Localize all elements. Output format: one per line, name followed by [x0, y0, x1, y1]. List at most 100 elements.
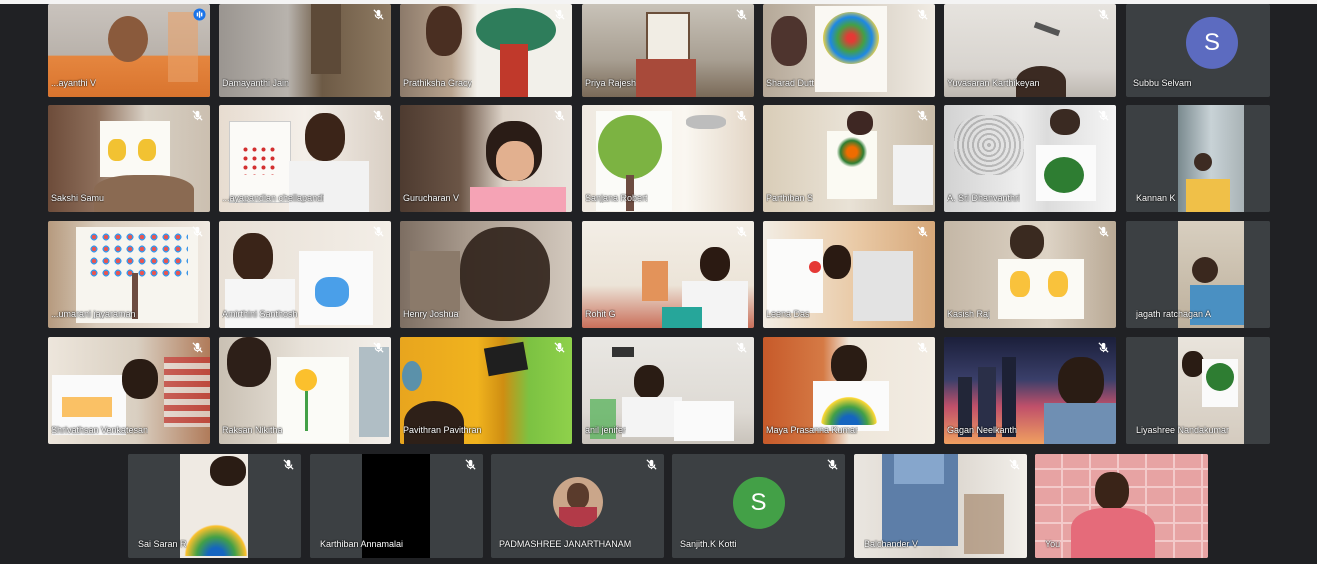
mic-off-icon	[1098, 110, 1109, 121]
participant-name: Kasish Raj	[947, 309, 991, 319]
participant-name: Balchander V	[864, 539, 919, 549]
mic-off-icon	[736, 342, 747, 353]
mic-off-icon	[827, 459, 838, 470]
participant-name: Henry Joshua	[403, 309, 459, 319]
participant-tile[interactable]: Yuvasaran Karthikeyan	[944, 4, 1116, 97]
participant-tile[interactable]: Shrivathsan Venkatesan	[48, 337, 210, 444]
mic-off-icon	[283, 459, 294, 470]
mic-off-icon	[373, 110, 384, 121]
mic-off-icon	[736, 110, 747, 121]
mic-off-icon	[1098, 9, 1109, 20]
participant-tile[interactable]: Sanjana Robert	[582, 105, 754, 212]
meeting-grid: ...ayanthi V Damayanthi Jain Prathiksha …	[0, 0, 1317, 564]
participant-name: Prathiksha Gracy	[403, 78, 473, 88]
participant-tile[interactable]: Parthiban S	[763, 105, 935, 212]
participant-tile[interactable]: Rohit G	[582, 221, 754, 328]
participant-tile[interactable]: Sakshi Samu	[48, 105, 210, 212]
mic-off-icon	[1098, 342, 1109, 353]
participant-tile[interactable]: A. Sri Dhanvanthri	[944, 105, 1116, 212]
participant-name: Maya Prasanna Kumar	[766, 425, 859, 435]
participant-tile[interactable]: S Subbu Selvam	[1126, 4, 1270, 97]
mic-off-icon	[917, 110, 928, 121]
participant-tile[interactable]: Sai Saran R	[128, 454, 301, 558]
participant-tile[interactable]: Kannan K	[1126, 105, 1270, 212]
participant-tile[interactable]: Gagan Neelkanth	[944, 337, 1116, 444]
participant-tile[interactable]: Liyashree Nandakumar	[1126, 337, 1270, 444]
participant-name: Pavithran Pavithran	[403, 425, 482, 435]
participant-name: anil jenifer	[585, 425, 627, 435]
mic-off-icon	[646, 459, 657, 470]
mic-off-icon	[736, 9, 747, 20]
participant-name: Sai Saran R	[138, 539, 187, 549]
participant-name: Parthiban S	[766, 193, 814, 203]
participant-name: ...ayanthi V	[51, 78, 97, 88]
mic-off-icon	[373, 9, 384, 20]
mic-off-icon	[917, 226, 928, 237]
participant-name: Karthiban Annamalai	[320, 539, 404, 549]
participant-name: Leena Das	[766, 309, 810, 319]
participant-tile[interactable]: Leena Das	[763, 221, 935, 328]
mic-off-icon	[192, 226, 203, 237]
participant-tile[interactable]: Karthiban Annamalai	[310, 454, 483, 558]
participant-name: PADMASHREE JANARTHANAM	[499, 539, 632, 549]
participant-name: jagath ratchagan A	[1136, 309, 1212, 319]
participant-tile[interactable]: ...umarani jayaraman	[48, 221, 210, 328]
participant-tile[interactable]: ...ayanthi V	[48, 4, 210, 97]
mic-off-icon	[1098, 226, 1109, 237]
mic-off-icon	[192, 110, 203, 121]
participant-name: Shrivathsan Venkatesan	[51, 425, 149, 435]
avatar	[552, 477, 603, 527]
participant-name: Sanjith.K Kotti	[680, 539, 737, 549]
mic-off-icon	[1009, 459, 1020, 470]
participant-tile[interactable]: Henry Joshua	[400, 221, 572, 328]
mic-off-icon	[917, 9, 928, 20]
participant-name: Kannan K	[1136, 193, 1176, 203]
mic-off-icon	[554, 110, 565, 121]
mic-off-icon	[554, 342, 565, 353]
participant-tile[interactable]: Pavithran Pavithran	[400, 337, 572, 444]
participant-video	[1035, 454, 1208, 558]
mic-off-icon	[736, 226, 747, 237]
participant-tile[interactable]: Prathiksha Gracy	[400, 4, 572, 97]
participant-name: Sanjana Robert	[585, 193, 648, 203]
participant-tile[interactable]: anil jenifer	[582, 337, 754, 444]
participant-tile[interactable]: Amirthini Santhosh	[219, 221, 391, 328]
participant-name: ...ayapandian chellapandi	[222, 193, 325, 203]
participant-name: Priya Rajesh	[585, 78, 637, 88]
participant-tile[interactable]: Maya Prasanna Kumar	[763, 337, 935, 444]
participant-name: Amirthini Santhosh	[222, 309, 298, 319]
participant-tile[interactable]: Raksan Nikitha	[219, 337, 391, 444]
avatar: S	[732, 476, 785, 529]
participant-name: A. Sri Dhanvanthri	[947, 193, 1021, 203]
participant-name: Raksan Nikitha	[222, 425, 283, 435]
participant-tile[interactable]: Kasish Raj	[944, 221, 1116, 328]
participant-tile[interactable]: You	[1035, 454, 1208, 558]
participant-tile[interactable]: jagath ratchagan A	[1126, 221, 1270, 328]
participant-tile[interactable]: Sharad Dutt	[763, 4, 935, 97]
participant-tile[interactable]: Damayanthi Jain	[219, 4, 391, 97]
mic-off-icon	[373, 342, 384, 353]
participant-name: Damayanthi Jain	[222, 78, 290, 88]
participant-tile[interactable]: Gurucharan V	[400, 105, 572, 212]
participant-name: Liyashree Nandakumar	[1136, 425, 1230, 435]
participant-name: Sharad Dutt	[766, 78, 815, 88]
participant-name: Subbu Selvam	[1133, 78, 1192, 88]
participant-name: Rohit G	[585, 309, 616, 319]
participant-tile[interactable]: PADMASHREE JANARTHANAM	[491, 454, 664, 558]
participant-tile[interactable]: Priya Rajesh	[582, 4, 754, 97]
participant-name: Gurucharan V	[403, 193, 460, 203]
mic-off-icon	[192, 342, 203, 353]
participant-name: You	[1045, 539, 1061, 549]
mic-off-icon	[465, 459, 476, 470]
participant-name: Sakshi Samu	[51, 193, 105, 203]
participant-tile[interactable]: S Sanjith.K Kotti	[672, 454, 845, 558]
mic-off-icon	[917, 342, 928, 353]
participant-tile[interactable]: ...ayapandian chellapandi	[219, 105, 391, 212]
participant-name: Gagan Neelkanth	[947, 425, 1018, 435]
mic-off-icon	[554, 9, 565, 20]
participant-tile[interactable]: Balchander V	[854, 454, 1027, 558]
avatar: S	[1186, 16, 1238, 69]
participant-name: Yuvasaran Karthikeyan	[947, 78, 1040, 88]
participant-name: ...umarani jayaraman	[51, 309, 136, 319]
speaking-indicator-icon	[193, 8, 206, 21]
